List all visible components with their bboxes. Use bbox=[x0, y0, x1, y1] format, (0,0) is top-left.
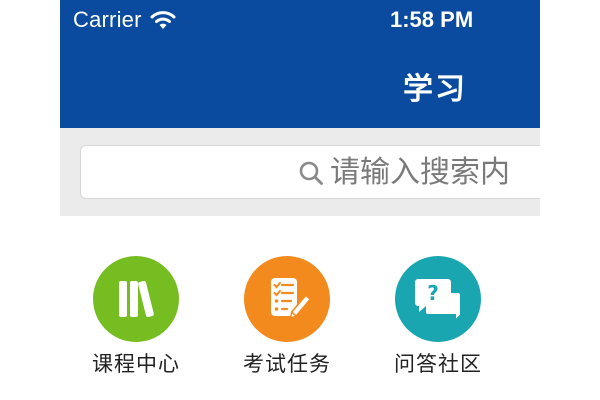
course-center-badge bbox=[93, 256, 179, 342]
status-bar-left: Carrier bbox=[73, 7, 176, 33]
shortcut-label: 问答社区 bbox=[394, 352, 482, 376]
page-title: 学习 bbox=[403, 72, 467, 107]
top-header: Carrier 1:58 PM 学习 bbox=[60, 0, 540, 128]
carrier-label: Carrier bbox=[73, 7, 142, 32]
wifi-icon bbox=[150, 11, 176, 29]
qa-community-badge: ? bbox=[395, 256, 481, 342]
shortcut-course-center[interactable]: 课程中心 bbox=[76, 256, 196, 378]
exam-tasks-badge bbox=[244, 256, 330, 342]
search-input[interactable] bbox=[330, 152, 540, 192]
shortcut-qa-community[interactable]: ? 问答社区 bbox=[378, 256, 498, 378]
shortcut-label: 课程中心 bbox=[92, 352, 180, 376]
search-icon bbox=[299, 161, 323, 185]
qa-chat-icon: ? bbox=[415, 279, 462, 324]
app-screen: Carrier 1:58 PM 学习 课程中心 bbox=[60, 0, 540, 400]
books-icon bbox=[119, 280, 154, 318]
shortcut-label: 考试任务 bbox=[243, 352, 331, 376]
exam-checklist-icon bbox=[271, 278, 311, 320]
status-time: 1:58 PM bbox=[390, 7, 474, 32]
shortcut-exam-tasks[interactable]: 考试任务 bbox=[227, 256, 347, 378]
svg-text:?: ? bbox=[427, 281, 439, 305]
